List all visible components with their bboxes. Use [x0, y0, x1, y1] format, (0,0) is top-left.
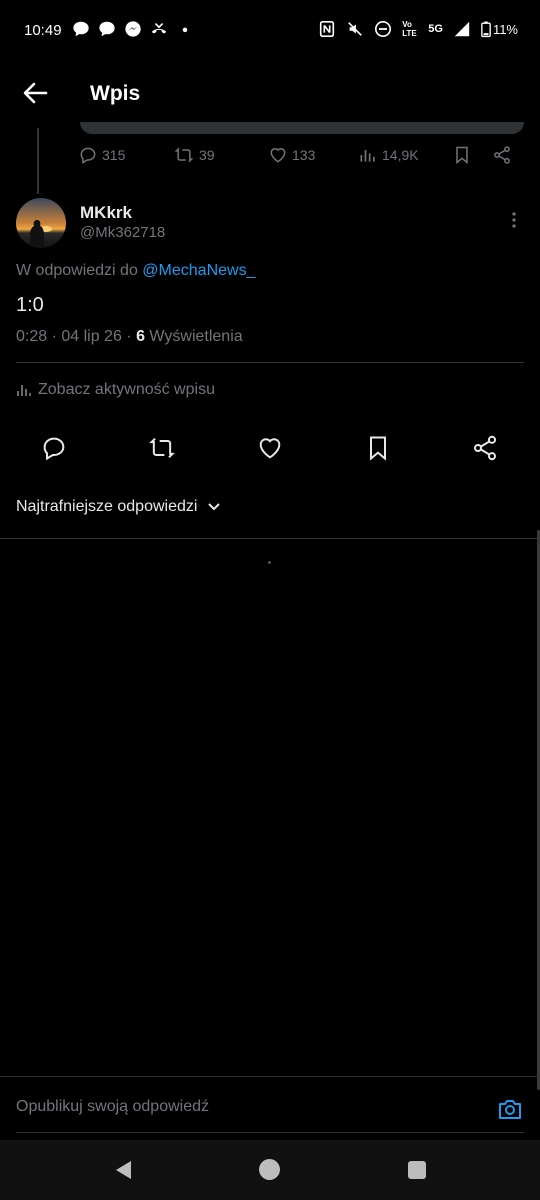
divider — [0, 1076, 540, 1077]
tweet-actions — [0, 434, 540, 464]
thread-connector — [37, 128, 39, 194]
user-display-name[interactable]: MKkrk — [80, 203, 132, 223]
nav-home-icon[interactable] — [259, 1159, 280, 1180]
views-label: Wyświetlenia — [144, 328, 243, 345]
reply-icon[interactable] — [40, 434, 68, 462]
replying-to-mention[interactable]: @MechaNews_ — [142, 262, 255, 279]
do-not-disturb-icon — [375, 20, 392, 38]
replying-to-line: W odpowiedzi do @MechaNews_ — [16, 262, 255, 280]
retweet-icon — [174, 147, 194, 163]
views-count: 6 — [136, 328, 145, 345]
parent-retweet-count: 39 — [199, 147, 215, 163]
parent-views-button[interactable]: 14,9K — [358, 145, 419, 165]
more-options-icon[interactable] — [506, 210, 522, 230]
divider — [16, 362, 524, 363]
user-handle[interactable]: @Mk362718 — [80, 224, 165, 241]
signal-icon — [454, 21, 470, 37]
avatar[interactable] — [16, 198, 66, 248]
nfc-icon — [320, 20, 335, 38]
messenger-icon — [125, 21, 141, 37]
battery-percent: 11% — [492, 21, 518, 37]
mute-icon — [348, 22, 363, 36]
page-title: Wpis — [90, 82, 141, 105]
quoted-card-edge — [80, 122, 524, 134]
retweet-icon[interactable] — [148, 434, 176, 462]
volte-label: Vo LTE — [402, 20, 417, 38]
camera-icon[interactable] — [496, 1095, 524, 1123]
notification-icons — [72, 20, 194, 38]
parent-reply-button[interactable]: 315 — [78, 145, 125, 165]
chat-bubble-icon — [99, 21, 115, 37]
parent-like-button[interactable]: 133 — [268, 145, 315, 165]
avatar-image — [16, 198, 66, 248]
parent-share-button[interactable] — [492, 145, 512, 165]
replying-prefix: W odpowiedzi do — [16, 262, 143, 279]
parent-reply-count: 315 — [102, 147, 126, 163]
views-chart-icon — [360, 150, 375, 162]
analytics-icon — [17, 385, 31, 396]
heart-icon — [270, 148, 286, 163]
chevron-down-icon — [208, 503, 221, 511]
bookmark-icon[interactable] — [364, 434, 392, 462]
tweet-meta: 0:28 · 04 lip 26 · 6 Wyświetlenia — [16, 328, 243, 346]
bookmark-icon — [456, 146, 468, 165]
network-label: 5G — [428, 23, 443, 35]
activity-label: Zobacz aktywność wpisu — [38, 381, 215, 398]
dot-icon — [182, 27, 188, 33]
divider — [16, 1132, 524, 1133]
nav-recents-icon[interactable] — [408, 1161, 426, 1179]
parent-bookmark-button[interactable] — [452, 145, 472, 165]
divider — [0, 538, 540, 539]
chat-bubble-icon — [73, 21, 89, 37]
replies-sort-dropdown[interactable]: Najtrafniejsze odpowiedzi — [16, 498, 221, 516]
back-arrow-icon[interactable] — [20, 78, 50, 108]
reply-input[interactable]: Opublikuj swoją odpowiedź — [16, 1098, 209, 1116]
system-status-icons: Vo LTE 5G 11% — [318, 20, 518, 38]
battery-icon — [481, 21, 491, 38]
parent-retweet-button[interactable]: 39 — [173, 145, 215, 165]
reply-icon — [80, 147, 96, 164]
status-bar: 10:49 Vo LTE 5G 11% — [0, 0, 540, 64]
heart-icon[interactable] — [256, 434, 284, 462]
nav-back-icon[interactable] — [112, 1158, 136, 1182]
share-icon[interactable] — [471, 434, 499, 462]
tweet-text: 1:0 — [16, 294, 44, 316]
tweet-timestamp: 0:28 · 04 lip 26 · — [16, 328, 137, 345]
post-activity-link[interactable]: Zobacz aktywność wpisu — [16, 381, 215, 399]
status-time: 10:49 — [24, 22, 62, 39]
parent-view-count: 14,9K — [382, 147, 419, 163]
loading-indicator — [268, 561, 271, 564]
sort-label: Najtrafniejsze odpowiedzi — [16, 498, 198, 515]
missed-call-icon — [151, 23, 167, 34]
parent-tweet-actions: 315 39 133 14,9K — [78, 145, 518, 175]
share-icon — [494, 146, 510, 164]
parent-like-count: 133 — [292, 147, 316, 163]
